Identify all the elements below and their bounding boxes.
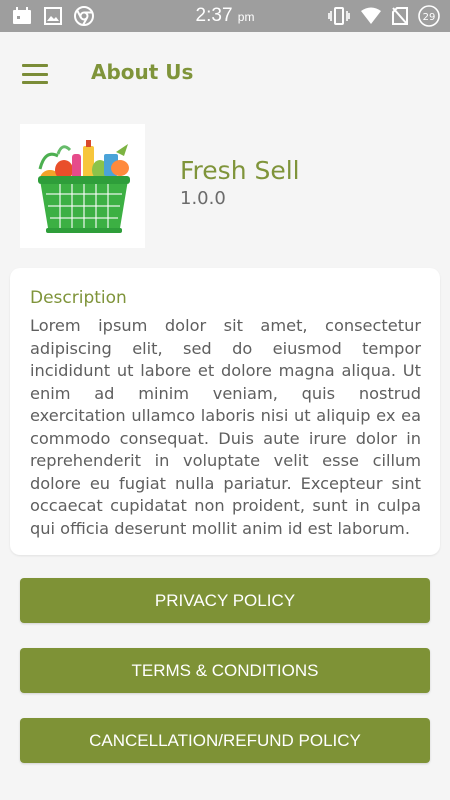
app-bar: About Us (0, 32, 450, 116)
grocery-basket-logo (20, 124, 145, 248)
cancellation-refund-policy-button[interactable]: CANCELLATION/REFUND POLICY (20, 718, 430, 763)
no-sim-icon (392, 7, 408, 25)
description-card: Description Lorem ipsum dolor sit amet, … (10, 268, 440, 555)
page-title: About Us (91, 60, 194, 84)
status-bar: 2:37 pm 29 (0, 0, 450, 32)
chrome-icon (74, 6, 94, 26)
system-icons: 29 (300, 5, 450, 27)
notification-icons (0, 6, 150, 26)
battery-icon: 29 (418, 5, 440, 27)
status-time: 2:37 pm (150, 5, 300, 27)
time-suffix: pm (237, 10, 255, 24)
description-text: Lorem ipsum dolor sit amet, consectetur … (30, 316, 421, 538)
vibrate-icon (328, 7, 350, 25)
hamburger-menu-icon[interactable] (22, 64, 48, 84)
battery-level-text: 29 (423, 12, 436, 23)
privacy-policy-button[interactable]: PRIVACY POLICY (20, 578, 430, 623)
description-title: Description (30, 288, 127, 308)
image-notification-icon (44, 7, 62, 25)
wifi-icon (360, 7, 382, 25)
app-version: 1.0.0 (180, 188, 226, 209)
terms-conditions-button[interactable]: TERMS & CONDITIONS (20, 648, 430, 693)
app-name: Fresh Sell (180, 156, 300, 185)
calendar-notification-icon (12, 7, 32, 25)
time-text: 2:37 (195, 5, 233, 26)
